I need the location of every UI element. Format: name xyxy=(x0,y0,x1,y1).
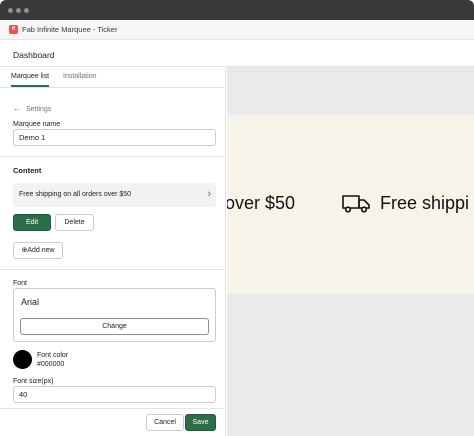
app-header: fi Fab Infinite Marquee - Ticker xyxy=(0,20,474,40)
truck-icon xyxy=(342,195,370,213)
back-link-label: Settings xyxy=(26,106,52,113)
save-button[interactable]: Save xyxy=(185,414,216,431)
font-color-value: #000000 xyxy=(37,361,65,368)
font-color-swatch[interactable] xyxy=(13,350,32,369)
content-item-row[interactable]: Free shipping on all orders over $50 › xyxy=(13,183,216,207)
tab-installation[interactable]: Installation xyxy=(63,73,96,80)
font-picker: Arial Change xyxy=(13,288,216,342)
window-close-dot[interactable] xyxy=(8,8,13,13)
edit-button[interactable]: Edit xyxy=(13,214,51,231)
delete-button[interactable]: Delete xyxy=(55,214,94,231)
divider xyxy=(0,269,225,270)
window-titlebar xyxy=(0,0,474,20)
arrow-left-icon: ← xyxy=(13,104,21,113)
marquee-name-label: Marquee name xyxy=(13,121,61,128)
marquee-preview: over $50 Free shippi xyxy=(227,115,474,294)
back-link[interactable]: ← Settings xyxy=(13,104,51,113)
fab-logo-icon: fi xyxy=(9,25,18,34)
content-section-title: Content xyxy=(13,166,42,175)
app-title: Fab Infinite Marquee - Ticker xyxy=(22,25,118,34)
cancel-button[interactable]: Cancel xyxy=(146,414,184,431)
marquee-text-left: over $50 xyxy=(227,193,296,213)
window-minimize-dot[interactable] xyxy=(16,8,21,13)
page-title: Dashboard xyxy=(13,50,55,60)
window-zoom-dot[interactable] xyxy=(24,8,29,13)
font-label: Font xyxy=(13,280,28,287)
font-color-label: Font color xyxy=(37,352,69,359)
settings-sidebar: Marquee list Installation ← Settings Marq… xyxy=(0,67,226,436)
tab-bar: Marquee list Installation xyxy=(0,67,225,88)
marquee-text-right: Free shippi xyxy=(380,193,470,213)
font-size-label: Font size(px) xyxy=(13,378,54,385)
marquee-name-input[interactable]: Demo 1 xyxy=(13,129,216,146)
change-font-button[interactable]: Change xyxy=(20,318,209,335)
content-item-text: Free shipping on all orders over $50 xyxy=(19,191,132,198)
font-name: Arial xyxy=(21,297,40,307)
divider xyxy=(0,408,225,409)
chevron-right-icon: › xyxy=(207,188,211,200)
page-header: Dashboard xyxy=(0,41,474,67)
marquee-preview-panel: over $50 Free shippi xyxy=(227,67,474,436)
divider xyxy=(0,156,225,157)
add-new-label: Add new xyxy=(27,247,55,254)
add-new-button[interactable]: ⊕Add new xyxy=(13,242,63,259)
tab-marquee-list[interactable]: Marquee list xyxy=(11,73,50,87)
font-size-input[interactable]: 40 xyxy=(13,386,216,403)
